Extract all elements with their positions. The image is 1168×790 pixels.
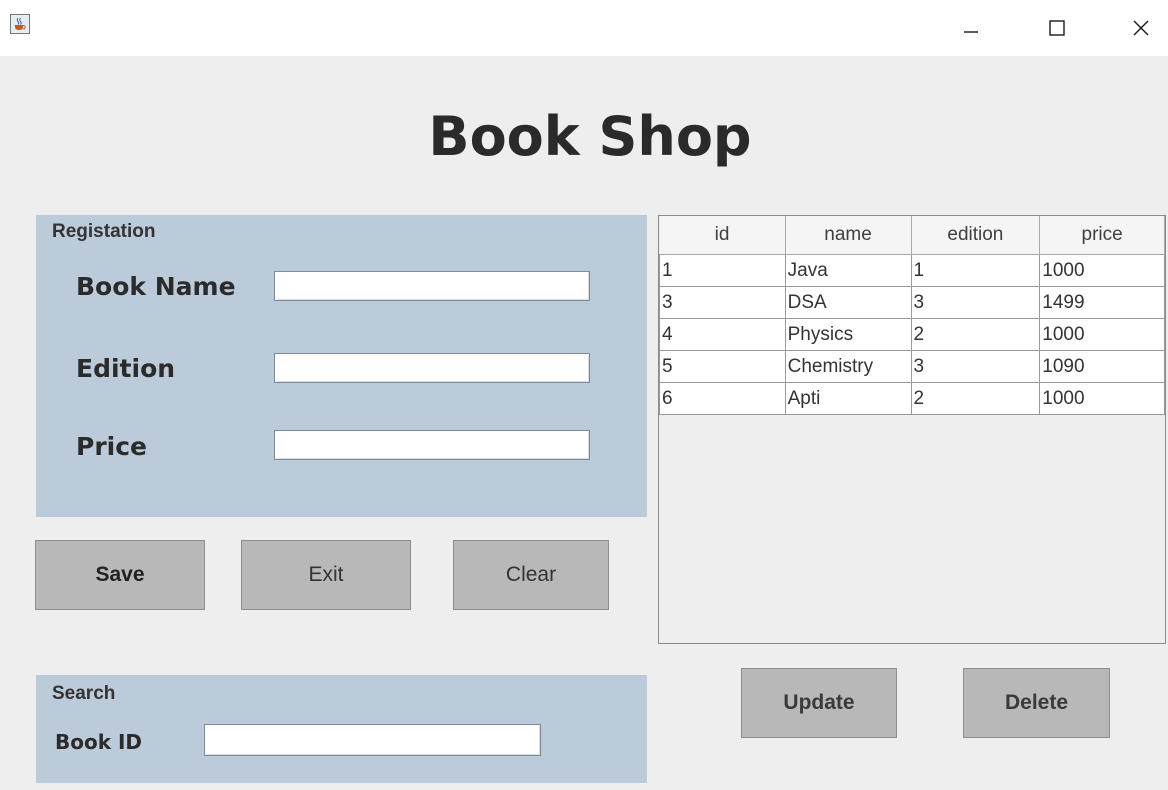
minimize-button[interactable] <box>948 0 994 56</box>
table-cell-id[interactable]: 5 <box>659 350 786 383</box>
table-cell-name[interactable]: DSA <box>784 286 912 319</box>
book-name-label: Book Name <box>76 272 236 301</box>
column-header-edition[interactable]: edition <box>911 216 1041 255</box>
table-cell-price[interactable]: 1499 <box>1039 286 1165 319</box>
edition-input[interactable] <box>274 353 590 383</box>
table-row[interactable]: 1 Java 1 1000 <box>659 254 1165 287</box>
table-header-row: id name edition price <box>659 216 1165 255</box>
books-table-scroll-pane[interactable]: id name edition price 1 Java 1 1000 3 DS… <box>658 215 1166 644</box>
table-cell-price[interactable]: 1000 <box>1039 382 1165 415</box>
maximize-button[interactable] <box>1034 0 1080 56</box>
registration-panel: Registation Book Name Edition Price <box>36 215 647 517</box>
column-header-price[interactable]: price <box>1039 216 1165 255</box>
clear-button[interactable]: Clear <box>453 540 609 610</box>
table-row[interactable]: 4 Physics 2 1000 <box>659 318 1165 351</box>
column-header-name[interactable]: name <box>785 216 912 255</box>
table-row[interactable]: 3 DSA 3 1499 <box>659 286 1165 319</box>
close-button[interactable] <box>1118 0 1164 56</box>
table-cell-name[interactable]: Physics <box>784 318 912 351</box>
table-cell-price[interactable]: 1000 <box>1039 318 1165 351</box>
table-cell-name[interactable]: Chemistry <box>784 350 912 383</box>
exit-button[interactable]: Exit <box>241 540 411 610</box>
page-title: Book Shop <box>428 105 752 168</box>
table-cell-price[interactable]: 1000 <box>1039 254 1165 287</box>
price-label: Price <box>76 432 147 461</box>
delete-button[interactable]: Delete <box>963 668 1110 738</box>
table-cell-name[interactable]: Java <box>784 254 912 287</box>
table-cell-edition[interactable]: 2 <box>910 318 1041 351</box>
update-button[interactable]: Update <box>741 668 897 738</box>
table-cell-name[interactable]: Apti <box>784 382 912 415</box>
books-table: id name edition price 1 Java 1 1000 3 DS… <box>659 216 1165 415</box>
minimize-icon <box>964 31 978 33</box>
book-id-label: Book ID <box>55 730 143 754</box>
table-row[interactable]: 6 Apti 2 1000 <box>659 382 1165 415</box>
close-icon <box>1133 20 1149 36</box>
table-cell-edition[interactable]: 3 <box>910 286 1041 319</box>
table-cell-edition[interactable]: 1 <box>910 254 1041 287</box>
table-cell-id[interactable]: 1 <box>659 254 786 287</box>
table-cell-edition[interactable]: 3 <box>910 350 1041 383</box>
edition-label: Edition <box>76 354 176 383</box>
maximize-icon <box>1049 20 1065 36</box>
window-title-bar <box>0 0 1168 56</box>
search-panel-title: Search <box>52 683 116 704</box>
table-cell-id[interactable]: 4 <box>659 318 786 351</box>
registration-panel-title: Registation <box>52 221 156 242</box>
book-name-input[interactable] <box>274 271 590 301</box>
search-panel: Search Book ID <box>36 675 647 783</box>
book-id-input[interactable] <box>204 724 541 756</box>
table-cell-price[interactable]: 1090 <box>1039 350 1165 383</box>
column-header-id[interactable]: id <box>659 216 786 255</box>
table-cell-id[interactable]: 3 <box>659 286 786 319</box>
java-cup-icon[interactable] <box>10 14 30 34</box>
table-cell-edition[interactable]: 2 <box>910 382 1041 415</box>
table-row[interactable]: 5 Chemistry 3 1090 <box>659 350 1165 383</box>
table-cell-id[interactable]: 6 <box>659 382 786 415</box>
save-button[interactable]: Save <box>35 540 205 610</box>
price-input[interactable] <box>274 430 590 460</box>
